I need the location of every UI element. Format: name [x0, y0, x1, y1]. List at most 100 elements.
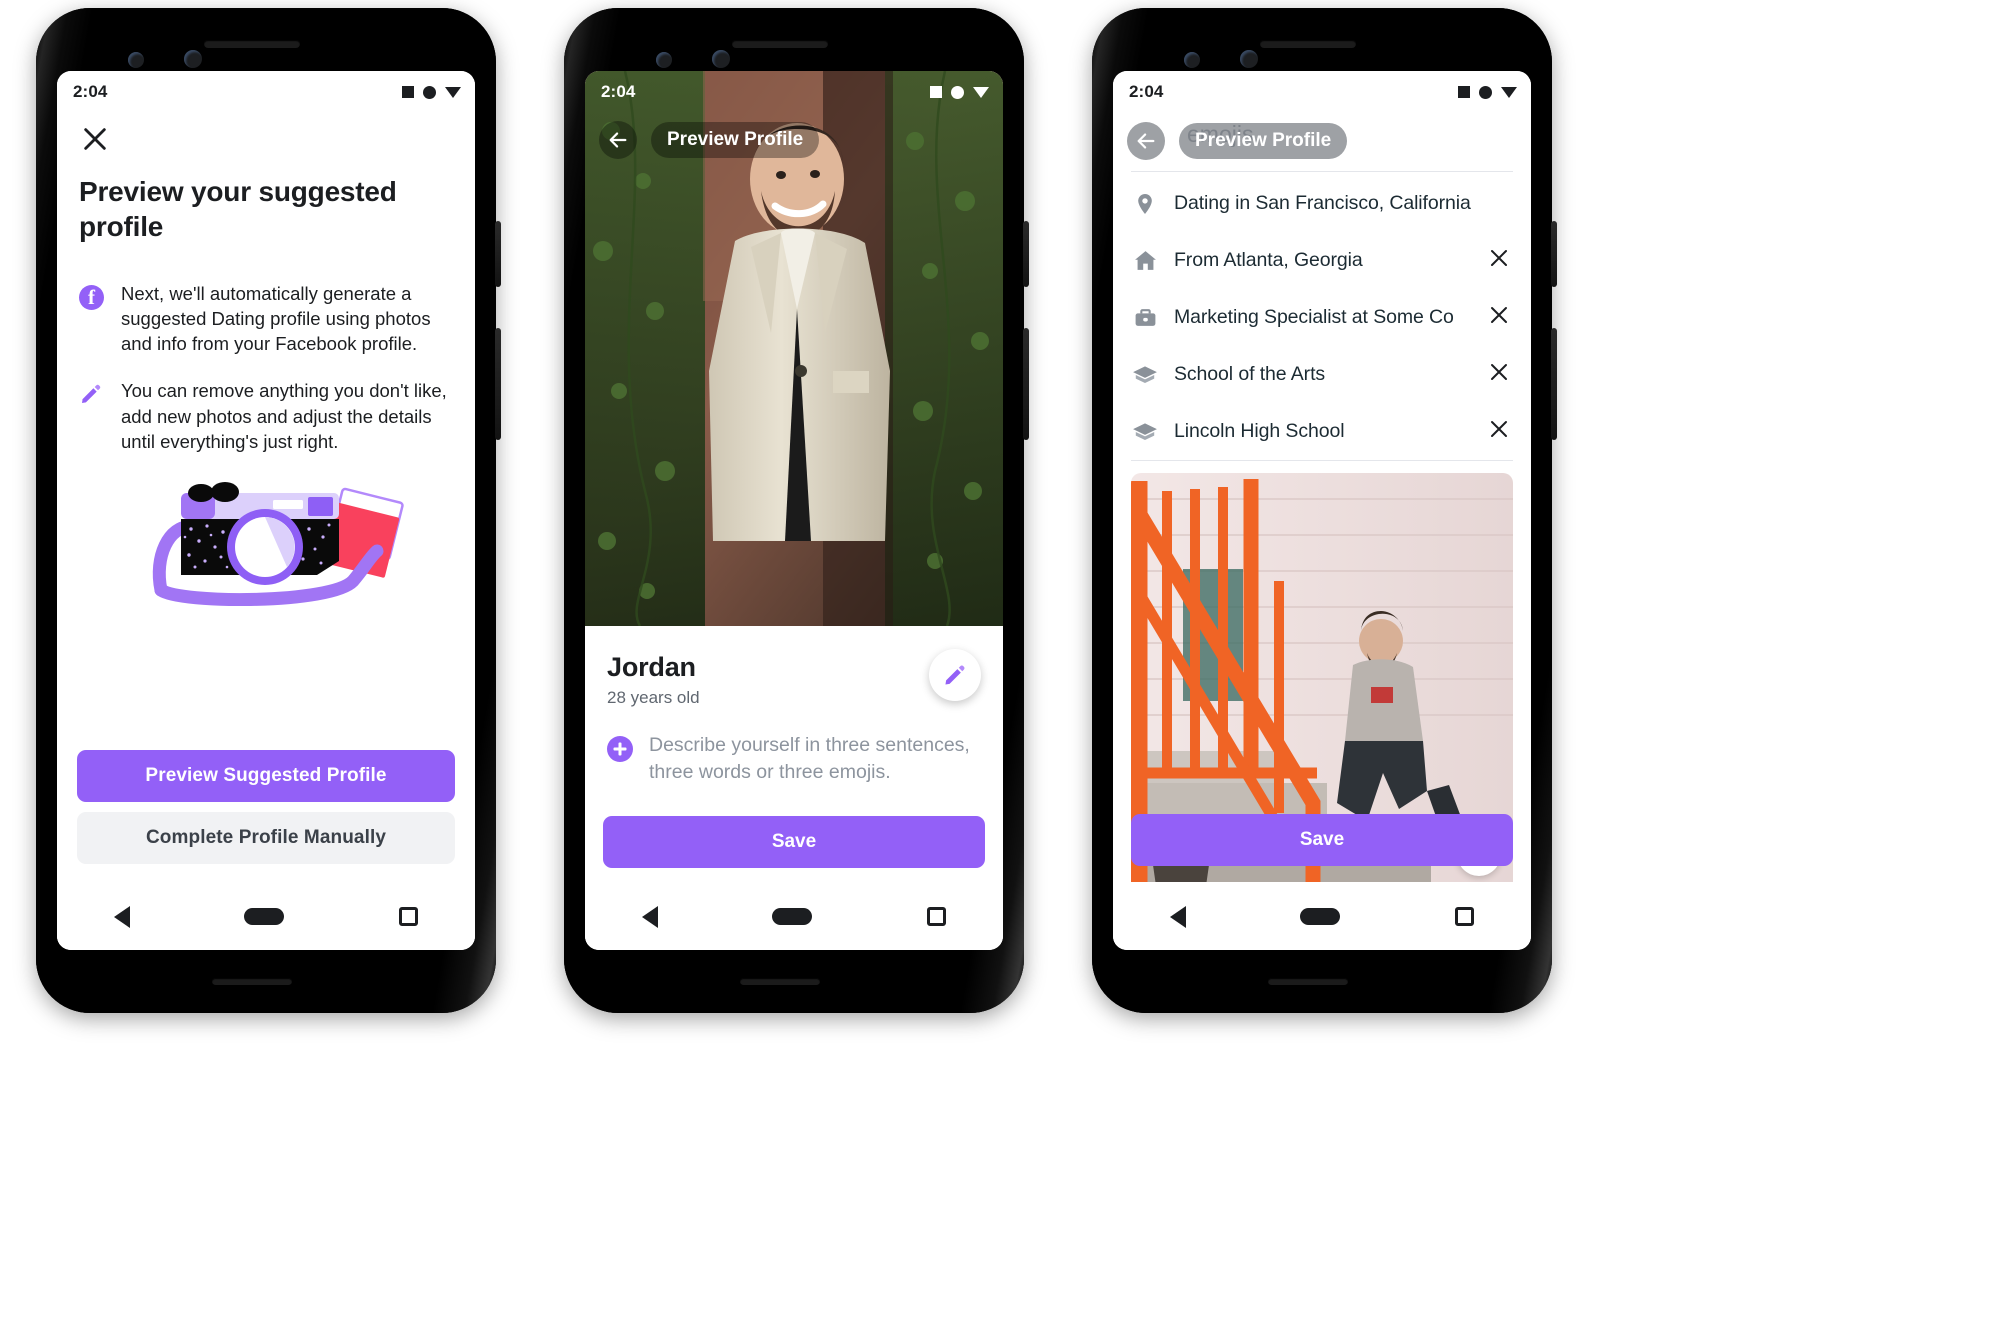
circle-icon [423, 85, 436, 99]
front-sensor-icon [712, 50, 730, 68]
earpiece-speaker [204, 40, 300, 48]
nav-back-button[interactable] [114, 905, 131, 928]
status-time: 2:04 [1129, 82, 1164, 101]
profile-prompt[interactable]: Describe yourself in three sentences, th… [607, 732, 981, 787]
nav-home-button[interactable] [244, 908, 285, 925]
earpiece-speaker [732, 40, 828, 48]
remove-button[interactable] [1487, 360, 1513, 389]
status-icons [402, 85, 461, 99]
edit-profile-fab[interactable] [929, 649, 981, 701]
status-icons [930, 85, 989, 99]
circle-icon [951, 85, 964, 99]
profile-details-screen: 2:04 emojis. Preview Profile [1113, 71, 1531, 950]
location-pin-icon [1131, 192, 1159, 216]
prompt-placeholder-text: Describe yourself in three sentences, th… [649, 734, 970, 784]
preview-suggested-profile-screen: 2:04 Preview your suggested profile f Ne… [57, 71, 475, 950]
front-camera-icon [128, 52, 144, 68]
back-button[interactable] [1127, 122, 1165, 160]
list-item[interactable]: Marketing Specialist at Some Co [1113, 289, 1531, 346]
power-button[interactable] [495, 328, 501, 440]
complete-profile-manually-button[interactable]: Complete Profile Manually [77, 812, 455, 864]
status-time: 2:04 [73, 82, 108, 101]
graduation-cap-icon [1131, 419, 1159, 445]
earpiece-speaker [1260, 40, 1356, 48]
status-bar: 2:04 [1113, 71, 1531, 113]
profile-photo[interactable] [1131, 473, 1513, 950]
save-button[interactable]: Save [603, 816, 985, 868]
bullet-list: f Next, we'll automatically generate a s… [79, 281, 453, 476]
bottom-speaker [212, 978, 292, 985]
front-sensor-icon [1240, 50, 1258, 68]
nav-back-button[interactable] [1170, 905, 1187, 928]
list-item-label: Dating in San Francisco, California [1174, 192, 1471, 214]
android-nav-bar [57, 882, 475, 950]
status-icons [1458, 85, 1517, 99]
circle-icon [1479, 85, 1492, 99]
list-item[interactable]: School of the Arts [1113, 346, 1531, 403]
header-title: Preview Profile [651, 122, 820, 158]
phone-mockup-3: 2:04 emojis. Preview Profile [1092, 8, 1557, 1013]
list-item-label: Lincoln High School [1174, 420, 1345, 442]
top-bar: Preview Profile [585, 113, 1003, 167]
front-camera-icon [656, 52, 672, 68]
bullet-item: f Next, we'll automatically generate a s… [79, 281, 453, 356]
list-item-label: School of the Arts [1174, 363, 1326, 385]
bullet-text: Next, we'll automatically generate a sug… [121, 283, 431, 355]
nav-home-button[interactable] [772, 908, 813, 925]
top-bar: Preview Profile [1113, 115, 1531, 167]
facebook-icon: f [79, 281, 105, 356]
list-item-label: Marketing Specialist at Some Co [1174, 306, 1454, 328]
bottom-speaker [1268, 978, 1348, 985]
list-item[interactable]: Dating in San Francisco, California [1113, 175, 1531, 232]
remove-button[interactable] [1487, 303, 1513, 332]
volume-button[interactable] [495, 221, 501, 287]
back-button[interactable] [599, 121, 637, 159]
phone-3-screen: 2:04 emojis. Preview Profile [1113, 71, 1531, 950]
header-title: Preview Profile [1179, 123, 1348, 159]
bullet-text: You can remove anything you don't like, … [121, 380, 447, 452]
status-time: 2:04 [601, 82, 636, 101]
plus-circle-icon [607, 736, 633, 762]
bullet-item: You can remove anything you don't like, … [79, 378, 453, 453]
bottom-speaker [740, 978, 820, 985]
nav-recents-button[interactable] [398, 907, 418, 926]
phone-2-screen: 2:04 Preview Profile Jordan 28 years old… [585, 71, 1003, 950]
profile-age: 28 years old [607, 688, 700, 707]
volume-button[interactable] [1023, 221, 1029, 287]
nav-home-button[interactable] [1300, 908, 1341, 925]
volume-button[interactable] [1551, 221, 1557, 287]
save-button[interactable]: Save [1131, 814, 1513, 866]
nav-recents-button[interactable] [926, 907, 946, 926]
list-item[interactable]: From Atlanta, Georgia [1113, 232, 1531, 289]
profile-name: Jordan [607, 652, 696, 682]
power-button[interactable] [1023, 328, 1029, 440]
pencil-icon [79, 378, 105, 453]
list-bottom-divider [1131, 460, 1513, 461]
nav-back-button[interactable] [642, 905, 659, 928]
screenshot-stage: 2:04 Preview your suggested profile f Ne… [0, 0, 2000, 1331]
header-divider [1131, 171, 1513, 172]
preview-profile-screen: 2:04 Preview Profile Jordan 28 years old… [585, 71, 1003, 950]
power-button[interactable] [1551, 328, 1557, 440]
remove-button[interactable] [1487, 246, 1513, 275]
list-item[interactable]: Lincoln High School [1113, 403, 1531, 460]
graduation-cap-icon [1131, 362, 1159, 388]
page-title: Preview your suggested profile [79, 176, 397, 242]
home-icon [1131, 248, 1159, 273]
phone-1-screen: 2:04 Preview your suggested profile f Ne… [57, 71, 475, 950]
front-sensor-icon [184, 50, 202, 68]
triangle-down-icon [973, 86, 989, 98]
close-icon[interactable] [79, 123, 115, 159]
triangle-down-icon [1501, 86, 1517, 98]
front-camera-icon [1184, 52, 1200, 68]
remove-button[interactable] [1487, 417, 1513, 446]
briefcase-icon [1131, 305, 1159, 330]
profile-details-list: Dating in San Francisco, California From… [1113, 175, 1531, 460]
status-bar: 2:04 [57, 71, 475, 113]
camera-and-photos-illustration [121, 471, 411, 607]
preview-suggested-profile-button[interactable]: Preview Suggested Profile [77, 750, 455, 802]
nav-recents-button[interactable] [1454, 907, 1474, 926]
phone-mockup-1: 2:04 Preview your suggested profile f Ne… [36, 8, 501, 1013]
triangle-down-icon [445, 86, 461, 98]
square-icon [402, 86, 414, 98]
